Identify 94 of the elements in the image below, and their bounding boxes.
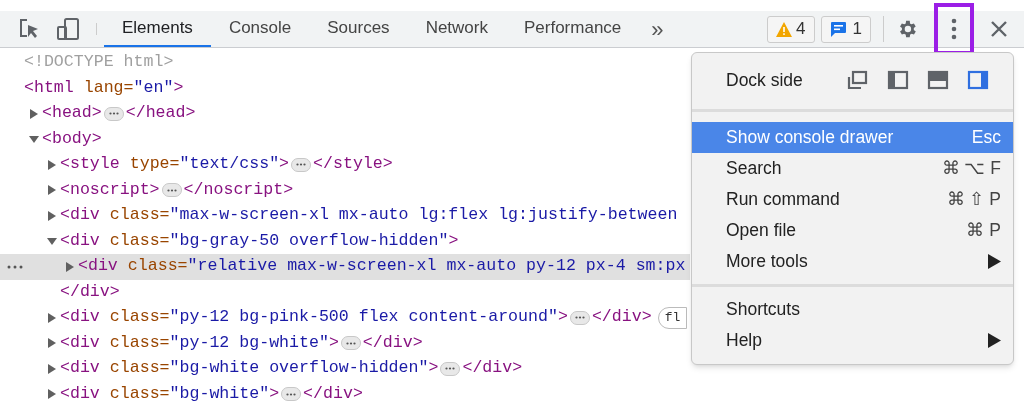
collapsed-arrow-icon[interactable] [46,158,58,171]
code-token: <div [60,204,101,227]
code-token: class= [127,255,188,278]
code-token: </style> [313,153,393,176]
code-token: </div> [303,382,363,405]
ellipsis-icon[interactable] [569,310,590,325]
code-token: </head> [125,102,196,125]
code-token: class= [109,331,170,354]
warning-icon [776,21,793,37]
code-token: </div> [60,280,120,303]
code-token: "max-w-screen-xl mx-auto lg:flex lg:justify-between [169,204,678,227]
code-token: <div [60,331,101,354]
collapsed-arrow-icon[interactable] [46,388,58,401]
code-token: class= [109,229,170,252]
menu-item[interactable]: Search ⌘ ⌥ F [692,153,1013,184]
device-icon[interactable] [56,17,80,41]
code-token: > [428,357,439,380]
code-token: <head> [42,102,102,125]
dock-side-button[interactable] [847,70,869,90]
code-token: > [269,382,280,405]
collapsed-arrow-icon[interactable] [46,209,58,222]
code-token: <body> [42,127,102,150]
more-tabs-button[interactable]: » [639,11,676,47]
code-token: <noscript> [60,178,160,201]
close-icon[interactable] [990,20,1008,38]
ellipsis-icon[interactable] [161,183,182,198]
menu-item[interactable]: Show console drawer Esc [692,122,1013,153]
code-token: > [173,76,184,99]
ellipsis-icon[interactable] [340,336,361,351]
code-token: class= [109,382,170,405]
code-token: <html [24,76,75,99]
code-token: "en" [133,76,174,99]
code-token: > [328,331,339,354]
menu-item[interactable]: Help [692,325,1013,356]
code-token: <div [78,255,119,278]
shortcut-label: Esc [971,126,1001,150]
menu-label: Dock side [726,68,803,92]
code-token: > [557,306,568,329]
code-token: <style [60,153,121,176]
code-token: lang= [83,76,134,99]
collapsed-arrow-icon[interactable] [46,184,58,197]
ellipsis-icon[interactable] [440,361,461,376]
dock-side-button[interactable] [887,70,909,90]
panel-tab[interactable]: Sources [309,11,408,47]
ellipsis-icon[interactable] [281,387,302,402]
panel-tab[interactable]: Elements [104,11,211,47]
panel-tab[interactable]: Network [407,11,506,47]
code-token: class= [109,306,170,329]
panel-tab[interactable]: Console [210,11,310,47]
code-token: <div [60,306,101,329]
code-token: <div [60,382,101,405]
code-token: <!DOCTYPE html> [24,51,174,74]
selected-dom-row[interactable]: <div class="relative max-w-screen-xl mx-auto py-12 px-4 sm:px [0,254,690,280]
shortcut-label: ⌘ ⇧ P [946,188,1001,212]
code-token: > [448,229,459,252]
collapsed-arrow-icon[interactable] [28,107,40,120]
message-icon [829,20,847,38]
warnings-button[interactable]: 4 [767,15,815,43]
code-token: "bg-white overflow-hidden" [169,357,429,380]
collapsed-arrow-icon[interactable] [46,337,58,350]
code-token: <div [60,229,101,252]
code-token: "bg-white" [169,382,270,405]
menu-item[interactable]: Run command ⌘ ⇧ P [692,184,1013,215]
ellipsis-icon[interactable] [103,106,124,121]
menu-item[interactable]: Open file ⌘ P [692,215,1013,246]
panel-tab[interactable]: Performance [506,11,640,47]
code-token: </div> [462,357,523,380]
messages-button[interactable]: 1 [820,15,871,43]
dock-side-button[interactable] [967,70,989,90]
code-token: "py-12 bg-white" [169,331,329,354]
code-token: class= [109,204,170,227]
shortcut-label: ⌘ ⌥ F [941,157,1001,181]
dock-side-button[interactable] [927,70,949,90]
code-token: </div> [362,331,423,354]
ellipsis-icon[interactable] [291,157,312,172]
code-token: </div> [591,306,652,329]
code-token: "text/css" [179,153,280,176]
row-dots-icon[interactable] [7,265,23,269]
collapsed-arrow-icon[interactable] [46,311,58,324]
collapsed-arrow-icon[interactable] [46,362,58,375]
collapsed-arrow-icon[interactable] [64,260,76,273]
code-token: type= [129,153,180,176]
menu-item[interactable]: Shortcuts [692,294,1013,325]
shortcut-label: ⌘ P [966,219,1001,243]
code-token: class= [109,357,170,380]
code-token: </noscript> [183,178,294,201]
code-token: "bg-gray-50 overflow-hidden" [169,229,449,252]
code-token: "relative max-w-screen-xl mx-auto py-12 px-4 sm:px [187,255,686,278]
code-token: > [279,153,290,176]
code-token: <div [60,357,101,380]
kebab-icon [951,18,957,40]
menu-item[interactable]: More tools [692,246,1013,277]
code-token: "py-12 bg-pink-500 flex content-around" [169,306,558,329]
inspect-icon[interactable] [18,18,40,40]
